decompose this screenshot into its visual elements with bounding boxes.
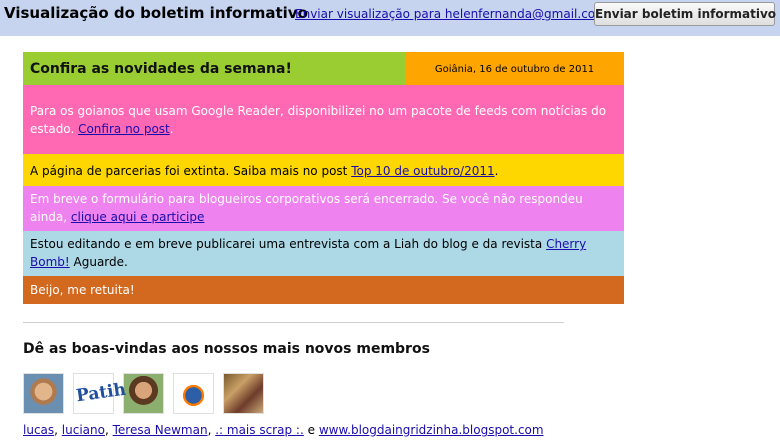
news-block-formulario: Em breve o formulário para blogueiros co…: [23, 186, 624, 231]
news-link-participe[interactable]: clique aqui e participe: [71, 210, 204, 224]
member-link-blogdaingridzinha[interactable]: www.blogdaingridzinha.blogspot.com: [319, 423, 544, 437]
avatar-blogdaingridzinha[interactable]: [223, 373, 264, 414]
section-divider: [23, 322, 564, 323]
newsletter-headline: Confira as novidades da semana!: [23, 52, 405, 85]
news-text-after: .: [169, 122, 174, 136]
avatar-mais-scrap[interactable]: [173, 373, 214, 414]
news-text: Estou editando e em breve publicarei uma…: [30, 237, 547, 251]
avatar-logo-text: Patih: [74, 379, 128, 407]
newsletter-date: Goiânia, 16 de outubro de 2011: [405, 52, 624, 85]
member-avatars: Patih: [23, 373, 273, 414]
page-title: Visualização do boletim informativo: [4, 4, 308, 22]
avatar-teresa-newman[interactable]: [123, 373, 164, 414]
member-link-lucas[interactable]: lucas: [23, 423, 54, 437]
news-block-entrevista: Estou editando e em breve publicarei uma…: [23, 231, 624, 276]
news-text: A página de parcerias foi extinta. Saiba…: [30, 164, 352, 178]
news-text: Beijo, me retuita!: [30, 283, 135, 297]
member-link-luciano[interactable]: luciano: [62, 423, 105, 437]
newsletter-body: Confira as novidades da semana! Goiânia,…: [23, 52, 624, 304]
news-block-google-reader: Para os goianos que usam Google Reader, …: [23, 85, 624, 154]
new-members-title: Dê as boas-vindas aos nossos mais novos …: [23, 341, 430, 357]
news-text-after: Aguarde.: [69, 255, 128, 269]
members-conjunction: e: [307, 423, 315, 437]
member-link-mais-scrap[interactable]: .: mais scrap :.: [215, 423, 304, 437]
news-block-parcerias: A página de parcerias foi extinta. Saiba…: [23, 154, 624, 186]
avatar-lucas[interactable]: [23, 373, 64, 414]
newsletter-header-row: Confira as novidades da semana! Goiânia,…: [23, 52, 624, 85]
send-newsletter-button[interactable]: Enviar boletim informativo: [594, 2, 776, 26]
avatar-luciano[interactable]: Patih: [73, 373, 127, 414]
new-members-list: lucas, luciano, Teresa Newman, .: mais s…: [23, 423, 544, 437]
send-preview-link[interactable]: Enviar visualização para helenfernanda@g…: [295, 7, 607, 21]
newsletter-preview-header: Visualização do boletim informativo Envi…: [0, 0, 780, 36]
news-link-top10[interactable]: Top 10 de outubro/2011: [351, 164, 494, 178]
news-block-retuita: Beijo, me retuita!: [23, 276, 624, 304]
news-link-confira-no-post[interactable]: Confira no post: [78, 122, 170, 136]
member-link-teresa-newman[interactable]: Teresa Newman: [113, 423, 208, 437]
news-text-after: .: [494, 164, 499, 178]
